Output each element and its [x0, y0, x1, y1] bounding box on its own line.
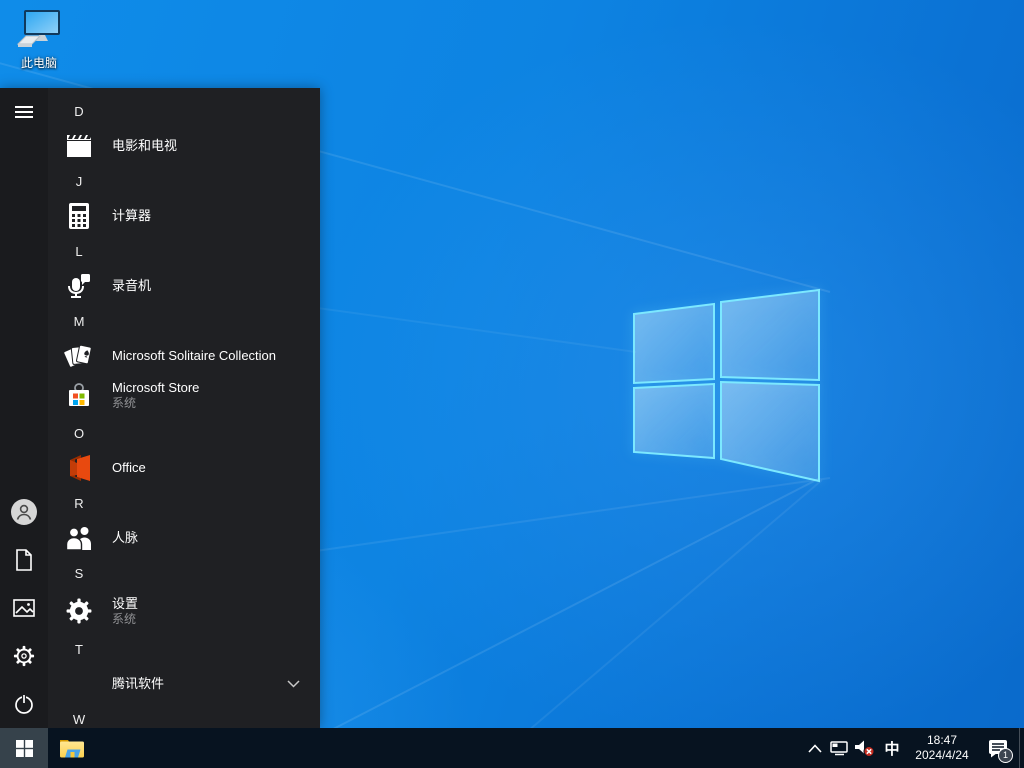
group-letter: J — [63, 174, 95, 189]
app-group-header-w[interactable]: W — [48, 702, 320, 728]
office-icon — [63, 452, 95, 484]
movies-tv-icon — [63, 130, 95, 162]
app-row-microsoft-store[interactable]: Microsoft Store 系统 — [48, 374, 320, 416]
chevron-down-icon[interactable] — [287, 675, 300, 693]
clock[interactable]: 18:47 2024/4/24 — [907, 728, 977, 768]
app-row-settings[interactable]: 设置 系统 — [48, 590, 320, 632]
app-group-header-t[interactable]: T — [48, 632, 320, 666]
app-group-header-r[interactable]: R — [48, 486, 320, 520]
gear-icon — [13, 645, 35, 667]
solitaire-icon — [63, 340, 95, 372]
app-sublabel: 系统 — [112, 612, 138, 627]
notification-badge: 1 — [998, 748, 1013, 763]
app-row-voice-recorder[interactable]: 录音机 — [48, 268, 320, 304]
start-menu-rail — [0, 88, 48, 728]
clock-time: 18:47 — [927, 733, 957, 748]
app-row-people[interactable]: 人脉 — [48, 520, 320, 556]
app-group-header-m[interactable]: M — [48, 304, 320, 338]
volume-muted-icon — [854, 739, 875, 757]
user-avatar-icon — [11, 499, 37, 525]
app-group-header-o[interactable]: O — [48, 416, 320, 450]
app-row-office[interactable]: Office — [48, 450, 320, 486]
action-center-button[interactable]: 1 — [977, 728, 1019, 768]
clock-date: 2024/4/24 — [915, 748, 968, 763]
file-explorer-icon — [59, 737, 85, 759]
app-group-header-l[interactable]: L — [48, 234, 320, 268]
group-letter: S — [63, 566, 95, 581]
voice-recorder-icon — [63, 270, 95, 302]
hidden-icons-button[interactable] — [803, 728, 827, 768]
app-row-solitaire[interactable]: Microsoft Solitaire Collection — [48, 338, 320, 374]
pictures-icon — [13, 599, 35, 617]
app-label: Microsoft Store — [112, 380, 199, 396]
group-letter: O — [63, 426, 95, 441]
menu-expand-button[interactable] — [0, 88, 48, 136]
settings-gear-icon — [63, 595, 95, 627]
store-icon — [63, 379, 95, 411]
app-group-header-j[interactable]: J — [48, 164, 320, 198]
file-explorer-button[interactable] — [48, 728, 96, 768]
document-icon — [14, 549, 34, 571]
app-label: 计算器 — [112, 208, 151, 224]
ethernet-network-icon — [830, 740, 849, 757]
group-letter: W — [63, 712, 95, 727]
documents-button[interactable] — [0, 536, 48, 584]
show-desktop-strip[interactable] — [1019, 728, 1024, 768]
pictures-button[interactable] — [0, 584, 48, 632]
app-row-tencent-folder[interactable]: 腾讯软件 — [48, 666, 320, 702]
power-icon — [13, 693, 35, 715]
empty-icon-slot — [63, 668, 95, 700]
taskbar: 中 18:47 2024/4/24 1 — [0, 728, 1024, 768]
user-account-button[interactable] — [0, 488, 48, 536]
windows-logo-icon — [16, 740, 33, 757]
ime-indicator[interactable]: 中 — [877, 728, 907, 768]
start-menu: D 电影和电视 J — [0, 88, 320, 728]
group-letter: L — [63, 244, 95, 259]
group-letter: R — [63, 496, 95, 511]
calculator-icon — [63, 200, 95, 232]
power-button[interactable] — [0, 680, 48, 728]
app-sublabel: 系统 — [112, 396, 199, 411]
this-pc-icon — [15, 8, 63, 52]
app-label: Microsoft Solitaire Collection — [112, 348, 276, 364]
app-group-header-d[interactable]: D — [48, 94, 320, 128]
app-row-calculator[interactable]: 计算器 — [48, 198, 320, 234]
app-list: D 电影和电视 J — [48, 88, 320, 728]
volume-button[interactable] — [851, 728, 877, 768]
app-group-header-s[interactable]: S — [48, 556, 320, 590]
chevron-up-icon — [808, 744, 822, 753]
settings-button[interactable] — [0, 632, 48, 680]
desktop-icon-label: 此电脑 — [21, 54, 57, 71]
app-row-movies-tv[interactable]: 电影和电视 — [48, 128, 320, 164]
app-label: 电影和电视 — [112, 138, 177, 154]
desktop-icon-this-pc[interactable]: 此电脑 — [8, 8, 70, 71]
app-label: 设置 — [112, 596, 138, 612]
network-button[interactable] — [827, 728, 851, 768]
group-letter: T — [63, 642, 95, 657]
people-icon — [63, 522, 95, 554]
app-label: 腾讯软件 — [112, 676, 164, 692]
hamburger-icon — [15, 105, 33, 119]
app-label: 人脉 — [112, 530, 138, 546]
group-letter: D — [63, 104, 95, 119]
system-tray: 中 18:47 2024/4/24 1 — [803, 728, 1024, 768]
start-button[interactable] — [0, 728, 48, 768]
app-label: 录音机 — [112, 278, 151, 294]
app-label: Office — [112, 460, 146, 476]
group-letter: M — [63, 314, 95, 329]
